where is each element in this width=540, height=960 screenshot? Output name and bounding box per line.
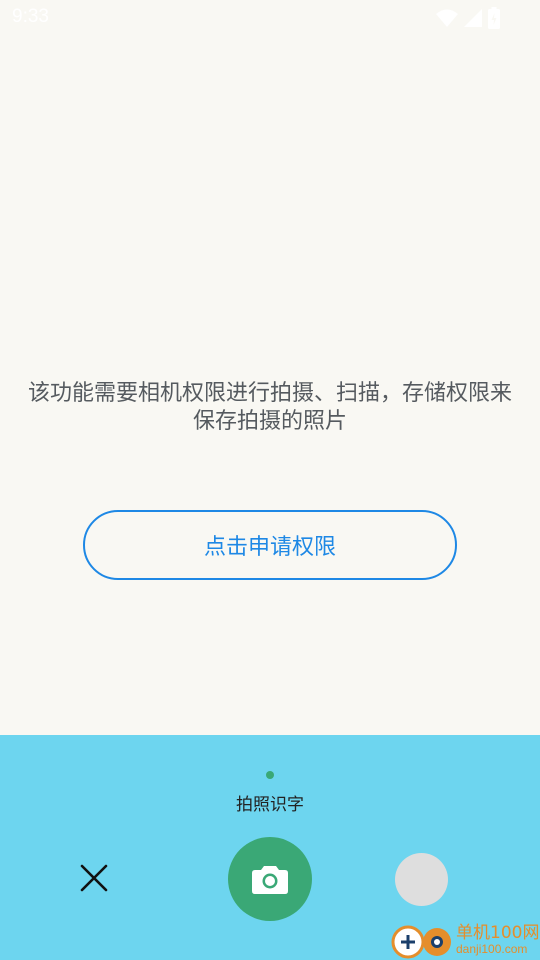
watermark-logo-icon: [391, 925, 451, 959]
watermark-title: 单机100网: [456, 923, 540, 943]
shutter-button[interactable]: [228, 837, 312, 921]
mode-indicator-dot: [266, 771, 274, 779]
mode-label[interactable]: 拍照识字: [170, 790, 370, 815]
status-time: 9:33: [12, 6, 49, 27]
wifi-icon: [436, 9, 458, 27]
camera-icon: [252, 866, 288, 894]
status-bar: 9:33: [0, 0, 540, 36]
status-icons: [436, 6, 500, 30]
signal-icon: [464, 9, 482, 27]
watermark: 单机100网 danji100.com: [390, 918, 540, 960]
battery-icon: [488, 7, 500, 29]
permission-message: 该功能需要相机权限进行拍摄、扫描，存储权限来保存拍摄的照片: [27, 381, 512, 434]
gallery-thumbnail-button[interactable]: [395, 853, 448, 906]
close-icon: [80, 864, 108, 892]
watermark-subtitle: danji100.com: [456, 942, 528, 956]
close-button[interactable]: [74, 858, 114, 898]
request-permission-label: 点击申请权限: [203, 535, 336, 560]
request-permission-button[interactable]: 点击申请权限: [83, 510, 457, 580]
